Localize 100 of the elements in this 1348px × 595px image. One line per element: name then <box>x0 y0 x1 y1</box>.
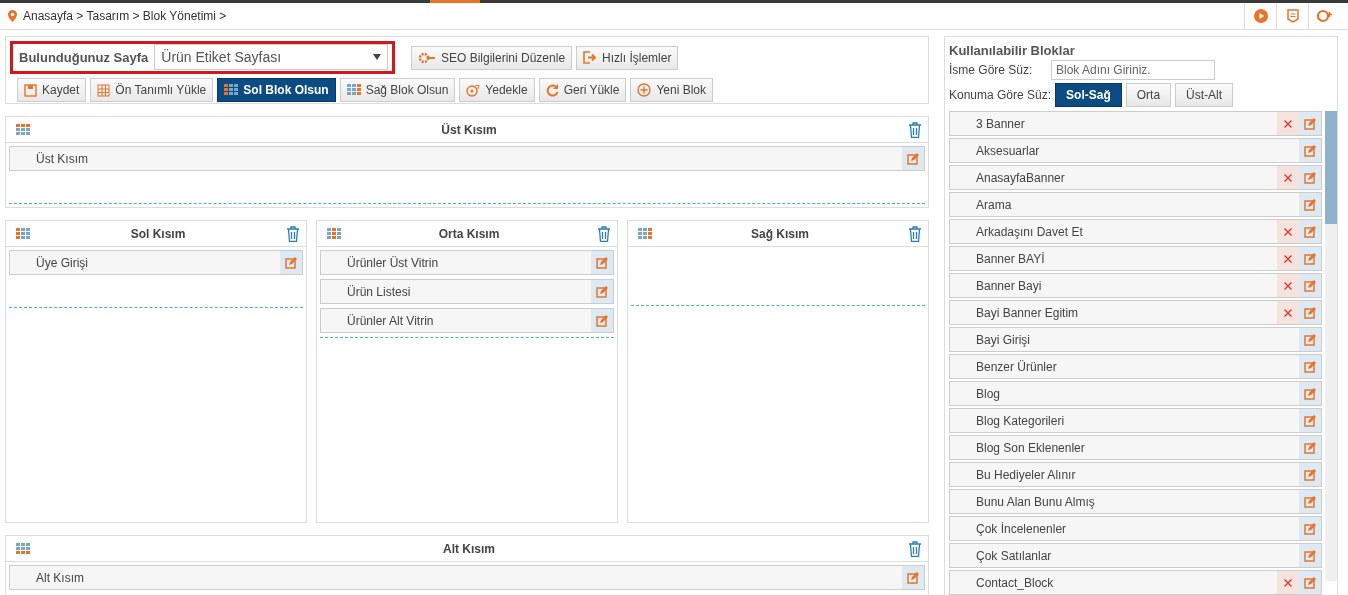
header-button[interactable]: SEO Bilgilerini Düzenle <box>411 45 573 70</box>
edit-button[interactable] <box>902 566 924 589</box>
edit-button[interactable] <box>1299 220 1321 243</box>
toolbar-button[interactable]: Sağ Blok Olsun <box>339 78 456 102</box>
toolbar-button[interactable]: Geri Yükle <box>538 78 627 102</box>
position-filter-button[interactable]: Sol-Sağ <box>1055 83 1122 107</box>
edit-button[interactable] <box>280 251 302 274</box>
edit-icon <box>596 314 608 327</box>
edit-button[interactable] <box>1299 382 1321 405</box>
edit-button[interactable] <box>1299 301 1321 324</box>
block-name: Bunu Alan Bunu Almış <box>975 494 1096 509</box>
block-item[interactable]: Üst Kısım <box>9 146 925 171</box>
close-icon <box>1284 254 1292 263</box>
trash-icon[interactable] <box>908 540 922 557</box>
layout-icon <box>327 227 341 240</box>
toolbar-button[interactable]: Yeni Blok <box>630 78 714 102</box>
edit-button[interactable] <box>1299 166 1321 189</box>
delete-button[interactable] <box>1277 166 1299 189</box>
save-icon <box>24 83 37 97</box>
page-select[interactable]: Ürün Etiket Sayfası <box>154 44 388 70</box>
block-item[interactable]: Ürünler Üst Vitrin <box>320 250 614 275</box>
lifebuoy-add-icon <box>1316 9 1333 23</box>
toolbar-button[interactable]: Sol Blok Olsun <box>217 78 336 102</box>
toolbar-button[interactable]: Ön Tanımlı Yükle <box>90 78 214 102</box>
block-item[interactable]: Bayi Banner Egitim <box>949 300 1322 325</box>
edit-button[interactable] <box>1299 247 1321 270</box>
block-item[interactable]: Çok Satılanlar <box>949 543 1322 568</box>
delete-button[interactable] <box>1277 247 1299 270</box>
position-filter-button[interactable]: Üst-Alt <box>1175 83 1234 107</box>
block-item[interactable]: AnasayfaBanner <box>949 165 1322 190</box>
edit-button[interactable] <box>1299 571 1321 594</box>
dropdown-caret-icon <box>373 54 381 60</box>
block-name: Bayi Girişi <box>975 332 1031 347</box>
block-item[interactable]: Banner Bayi <box>949 273 1322 298</box>
block-name: Aksesuarlar <box>975 143 1041 158</box>
delete-button[interactable] <box>1277 301 1299 324</box>
gear-icon <box>418 51 436 64</box>
scrollbar[interactable] <box>1325 111 1337 581</box>
edit-button[interactable] <box>1299 490 1321 513</box>
block-name: Üst Kısım <box>35 151 89 166</box>
edit-button[interactable] <box>591 251 613 274</box>
trash-icon[interactable] <box>597 225 611 242</box>
edit-button[interactable] <box>1299 193 1321 216</box>
block-item[interactable]: Üye Girişi <box>9 250 303 275</box>
block-item[interactable]: Bu Hediyeler Alınır <box>949 462 1322 487</box>
edit-button[interactable] <box>1299 139 1321 162</box>
edit-icon <box>1304 171 1316 184</box>
block-item[interactable]: Blog Son Eklenenler <box>949 435 1322 460</box>
position-filter-button[interactable]: Orta <box>1125 83 1172 107</box>
block-item[interactable]: Ürünler Alt Vitrin <box>320 308 614 333</box>
block-name: Ürünler Üst Vitrin <box>346 255 440 270</box>
edit-icon <box>1304 198 1316 211</box>
delete-button[interactable] <box>1277 112 1299 135</box>
edit-button[interactable] <box>1299 328 1321 351</box>
delete-button[interactable] <box>1277 274 1299 297</box>
edit-icon <box>1304 468 1316 481</box>
delete-button[interactable] <box>1277 571 1299 594</box>
block-item[interactable]: Arama <box>949 192 1322 217</box>
header-button[interactable]: Hızlı İşlemler <box>576 45 679 70</box>
block-item[interactable]: 3 Banner <box>949 111 1322 136</box>
block-item[interactable]: Alt Kısım <box>9 565 925 590</box>
edit-icon <box>1304 387 1316 400</box>
block-name: Blog <box>975 386 1002 401</box>
edit-button[interactable] <box>1299 436 1321 459</box>
trash-icon[interactable] <box>908 225 922 242</box>
edit-button[interactable] <box>1299 409 1321 432</box>
exit-icon <box>583 51 598 64</box>
edit-button[interactable] <box>1299 463 1321 486</box>
block-item[interactable]: Benzer Ürünler <box>949 354 1322 379</box>
edit-icon <box>1304 549 1316 562</box>
edit-button[interactable] <box>902 147 924 170</box>
trash-icon[interactable] <box>908 121 922 138</box>
block-name-field[interactable]: Blok Adını Giriniz. <box>1051 60 1215 80</box>
block-item[interactable]: Aksesuarlar <box>949 138 1322 163</box>
toolbar-button[interactable]: Yedekle <box>459 78 535 102</box>
toolbar-button[interactable]: Kaydet <box>17 78 87 102</box>
edit-button[interactable] <box>591 280 613 303</box>
edit-button[interactable] <box>591 309 613 332</box>
layout-icon <box>346 84 361 96</box>
delete-button[interactable] <box>1277 220 1299 243</box>
block-item[interactable]: Bayi Girişi <box>949 327 1322 352</box>
edit-button[interactable] <box>1299 355 1321 378</box>
edit-icon <box>1304 279 1316 292</box>
trash-icon[interactable] <box>286 225 300 242</box>
block-item[interactable]: Blog Kategorileri <box>949 408 1322 433</box>
block-item[interactable]: Contact_Block <box>949 570 1322 595</box>
edit-button[interactable] <box>1299 274 1321 297</box>
block-name: Contact_Block <box>975 575 1055 590</box>
block-name: Çok Satılanlar <box>975 548 1053 563</box>
edit-button[interactable] <box>1299 517 1321 540</box>
block-item[interactable]: Ürün Listesi <box>320 279 614 304</box>
block-item[interactable]: Banner BAYİ <box>949 246 1322 271</box>
edit-button[interactable] <box>1299 544 1321 567</box>
edit-button[interactable] <box>1299 112 1321 135</box>
block-item[interactable]: Çok İncelenenler <box>949 516 1322 541</box>
block-item[interactable]: Arkadaşını Davet Et <box>949 219 1322 244</box>
filter-label: İsme Göre Süz: <box>949 63 1034 77</box>
block-item[interactable]: Bunu Alan Bunu Almış <box>949 489 1322 514</box>
block-name: Alt Kısım <box>35 570 85 585</box>
block-item[interactable]: Blog <box>949 381 1322 406</box>
